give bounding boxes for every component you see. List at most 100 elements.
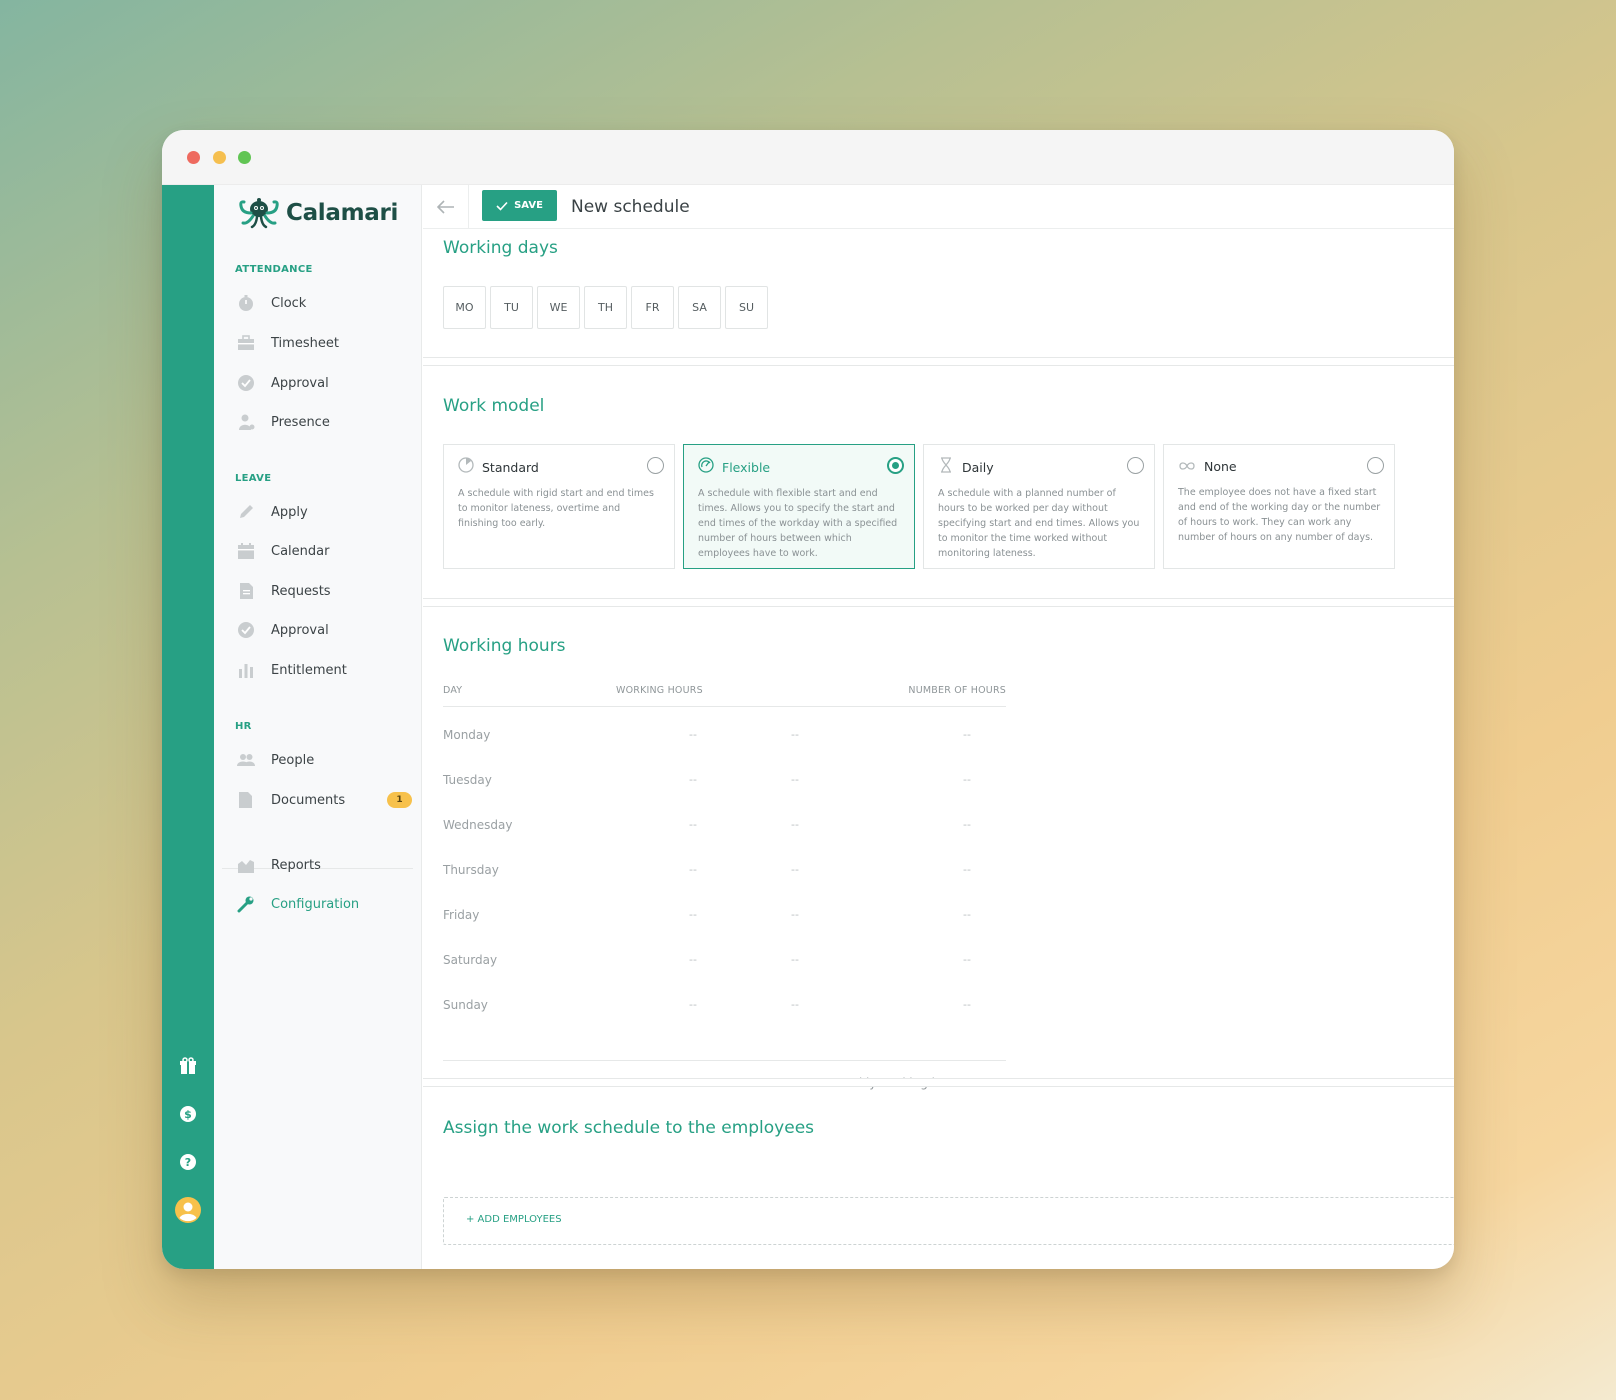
day-name: Sunday bbox=[443, 998, 488, 1012]
sidebar-item-label: Presence bbox=[271, 414, 330, 430]
sidebar-item-label: Approval bbox=[271, 622, 329, 638]
day-name: Monday bbox=[443, 728, 491, 742]
start-time-input[interactable]: -- bbox=[689, 818, 697, 831]
hours-value: -- bbox=[963, 773, 971, 786]
app-logo[interactable]: Calamari bbox=[236, 196, 398, 230]
end-time-input[interactable]: -- bbox=[791, 773, 799, 786]
reports-icon bbox=[236, 855, 256, 875]
save-button[interactable]: SAVE bbox=[482, 190, 557, 221]
app-window: $ ? Calamari ATTENDANCE Clock Timesheet … bbox=[162, 130, 1454, 1269]
sidebar-item-presence[interactable]: Presence bbox=[236, 407, 412, 437]
stopwatch-icon bbox=[236, 293, 256, 313]
sidebar-item-label: People bbox=[271, 752, 315, 768]
work-model-radio[interactable] bbox=[1367, 457, 1384, 474]
hourglass-icon bbox=[938, 457, 954, 477]
sidebar-item-people[interactable]: People bbox=[236, 745, 412, 775]
sidebar-item-requests[interactable]: Requests bbox=[236, 576, 412, 606]
day-name: Friday bbox=[443, 908, 480, 922]
sidebar-item-label: Calendar bbox=[271, 543, 330, 559]
save-button-label: SAVE bbox=[514, 200, 543, 211]
sidebar-item-label: Requests bbox=[271, 583, 331, 599]
work-model-radio-selected[interactable] bbox=[887, 457, 904, 474]
day-toggle-tu[interactable]: TU bbox=[490, 286, 533, 329]
sidebar-item-calendar[interactable]: Calendar bbox=[236, 536, 412, 566]
working-days-picker: MO TU WE TH FR SA SU bbox=[443, 286, 768, 329]
add-employees-button[interactable]: + ADD EMPLOYEES bbox=[466, 1214, 562, 1225]
start-time-input[interactable]: -- bbox=[689, 998, 697, 1011]
check-circle-icon bbox=[236, 620, 256, 640]
squid-logo-icon bbox=[239, 198, 279, 229]
end-time-input[interactable]: -- bbox=[791, 908, 799, 921]
maximize-window-button[interactable] bbox=[238, 151, 251, 164]
day-toggle-fr[interactable]: FR bbox=[631, 286, 674, 329]
work-model-radio[interactable] bbox=[647, 457, 664, 474]
add-employees-dropzone[interactable]: + ADD EMPLOYEES bbox=[443, 1197, 1454, 1245]
documents-count-badge: 1 bbox=[387, 792, 412, 808]
sidebar-item-label: Reports bbox=[271, 857, 321, 873]
sidebar-item-timesheet[interactable]: Timesheet bbox=[236, 328, 412, 358]
minimize-window-button[interactable] bbox=[213, 151, 226, 164]
column-header-working-hours: WORKING HOURS bbox=[616, 685, 703, 696]
end-time-input[interactable]: -- bbox=[791, 728, 799, 741]
hours-value: -- bbox=[963, 818, 971, 831]
gift-icon[interactable] bbox=[177, 1055, 199, 1077]
start-time-input[interactable]: -- bbox=[689, 773, 697, 786]
day-name: Wednesday bbox=[443, 818, 513, 832]
start-time-input[interactable]: -- bbox=[689, 728, 697, 741]
day-toggle-mo[interactable]: MO bbox=[443, 286, 486, 329]
back-arrow-icon[interactable] bbox=[435, 196, 457, 218]
end-time-input[interactable]: -- bbox=[791, 998, 799, 1011]
folder-document-icon bbox=[236, 790, 256, 810]
sidebar-item-label: Apply bbox=[271, 504, 308, 520]
section-divider bbox=[423, 357, 1454, 366]
hours-value: -- bbox=[963, 863, 971, 876]
work-model-description: A schedule with flexible start and end t… bbox=[698, 488, 898, 559]
day-name: Saturday bbox=[443, 953, 498, 967]
document-icon bbox=[236, 581, 256, 601]
sidebar-item-clock[interactable]: Clock bbox=[236, 288, 412, 318]
start-time-input[interactable]: -- bbox=[689, 953, 697, 966]
sidebar-item-apply[interactable]: Apply bbox=[236, 497, 412, 527]
start-time-input[interactable]: -- bbox=[689, 908, 697, 921]
toolbar-divider bbox=[468, 185, 469, 229]
work-model-option-daily[interactable]: Daily A schedule with a planned number o… bbox=[923, 444, 1155, 569]
help-icon[interactable]: ? bbox=[177, 1151, 199, 1173]
end-time-input[interactable]: -- bbox=[791, 863, 799, 876]
app-name: Calamari bbox=[286, 200, 399, 226]
table-footer-divider bbox=[443, 1060, 1006, 1061]
day-toggle-we[interactable]: WE bbox=[537, 286, 580, 329]
work-model-option-none[interactable]: None The employee does not have a fixed … bbox=[1163, 444, 1395, 569]
work-model-option-standard[interactable]: Standard A schedule with rigid start and… bbox=[443, 444, 675, 569]
coin-icon[interactable]: $ bbox=[177, 1103, 199, 1125]
work-model-name: Daily bbox=[962, 459, 994, 475]
sidebar-item-attendance-approval[interactable]: Approval bbox=[236, 368, 412, 398]
people-icon bbox=[236, 750, 256, 770]
end-time-input[interactable]: -- bbox=[791, 953, 799, 966]
sidebar-item-configuration[interactable]: Configuration bbox=[236, 889, 412, 919]
end-time-input[interactable]: -- bbox=[791, 818, 799, 831]
svg-text:$: $ bbox=[184, 1108, 192, 1121]
work-model-name: None bbox=[1204, 459, 1237, 474]
wrench-icon bbox=[236, 894, 256, 914]
main-content: SAVE New schedule Working days MO TU WE … bbox=[423, 185, 1454, 1269]
sidebar-item-documents[interactable]: Documents 1 bbox=[236, 785, 412, 815]
table-row: Thursday -- -- -- bbox=[443, 863, 1006, 883]
sidebar-item-entitlement[interactable]: Entitlement bbox=[236, 655, 412, 685]
bar-chart-icon bbox=[236, 660, 256, 680]
day-toggle-th[interactable]: TH bbox=[584, 286, 627, 329]
table-row: Saturday -- -- -- bbox=[443, 953, 1006, 973]
sidebar-item-label: Entitlement bbox=[271, 662, 347, 678]
user-avatar-icon[interactable] bbox=[175, 1197, 201, 1223]
table-row: Sunday -- -- -- bbox=[443, 998, 1006, 1018]
close-window-button[interactable] bbox=[187, 151, 200, 164]
work-model-radio[interactable] bbox=[1127, 457, 1144, 474]
day-toggle-sa[interactable]: SA bbox=[678, 286, 721, 329]
sidebar-item-leave-approval[interactable]: Approval bbox=[236, 615, 412, 645]
section-divider bbox=[423, 1078, 1454, 1087]
work-model-option-flexible[interactable]: Flexible A schedule with flexible start … bbox=[683, 444, 915, 569]
sidebar-item-label: Clock bbox=[271, 295, 307, 311]
day-toggle-su[interactable]: SU bbox=[725, 286, 768, 329]
sidebar-item-reports[interactable]: Reports bbox=[236, 850, 412, 880]
day-name: Tuesday bbox=[443, 773, 492, 787]
start-time-input[interactable]: -- bbox=[689, 863, 697, 876]
